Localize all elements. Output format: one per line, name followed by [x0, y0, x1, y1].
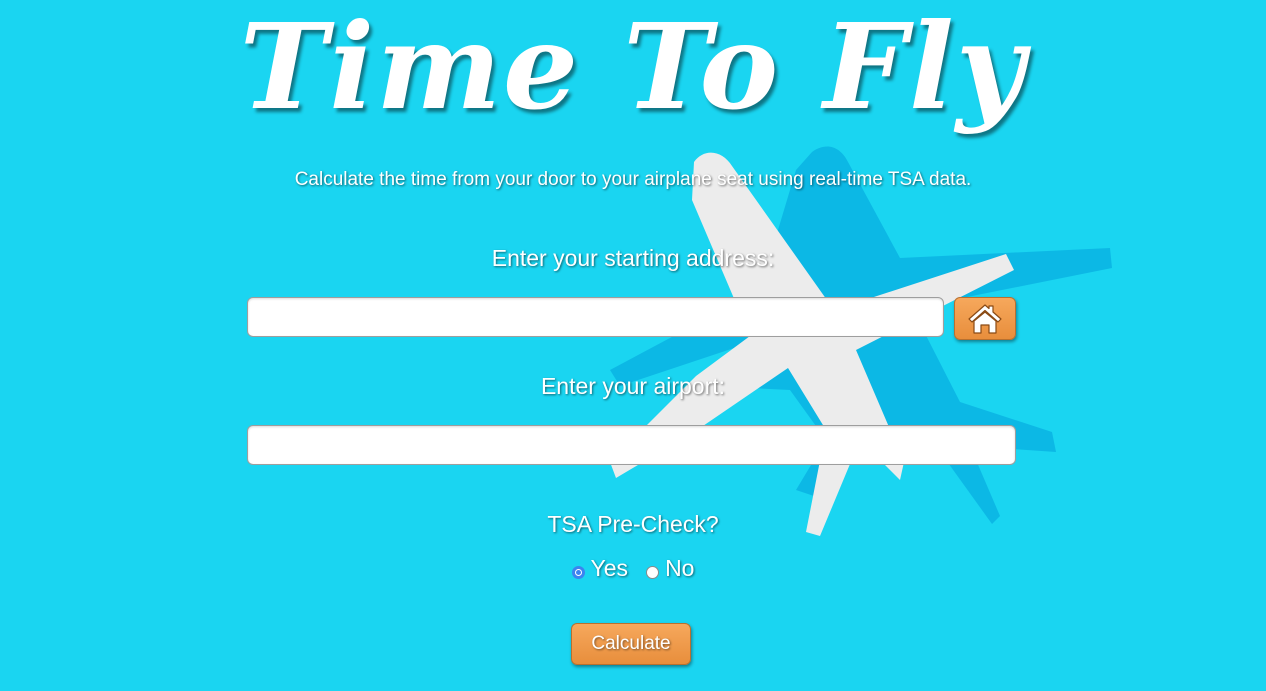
tsa-option-no[interactable]: No — [646, 555, 694, 582]
home-location-button[interactable] — [954, 297, 1016, 340]
home-icon — [968, 303, 1002, 334]
tsa-precheck-label: TSA Pre-Check? — [547, 511, 719, 537]
radio-yes-label: Yes — [590, 555, 629, 581]
airplane-background-image — [610, 146, 1112, 536]
calculate-button[interactable]: Calculate — [571, 623, 691, 665]
tsa-precheck-options: Yes No — [0, 555, 1266, 582]
tsa-option-yes[interactable]: Yes — [571, 555, 629, 582]
page-subtitle: Calculate the time from your door to you… — [294, 169, 972, 190]
address-label: Enter your starting address: — [491, 245, 775, 271]
radio-yes[interactable] — [571, 566, 585, 579]
page-title: Time To Fly — [239, 0, 1027, 136]
radio-no-label: No — [665, 555, 695, 581]
radio-no[interactable] — [646, 566, 660, 579]
address-input[interactable] — [247, 297, 944, 337]
airport-input[interactable] — [247, 425, 1016, 465]
airport-label: Enter your airport: — [540, 373, 726, 399]
